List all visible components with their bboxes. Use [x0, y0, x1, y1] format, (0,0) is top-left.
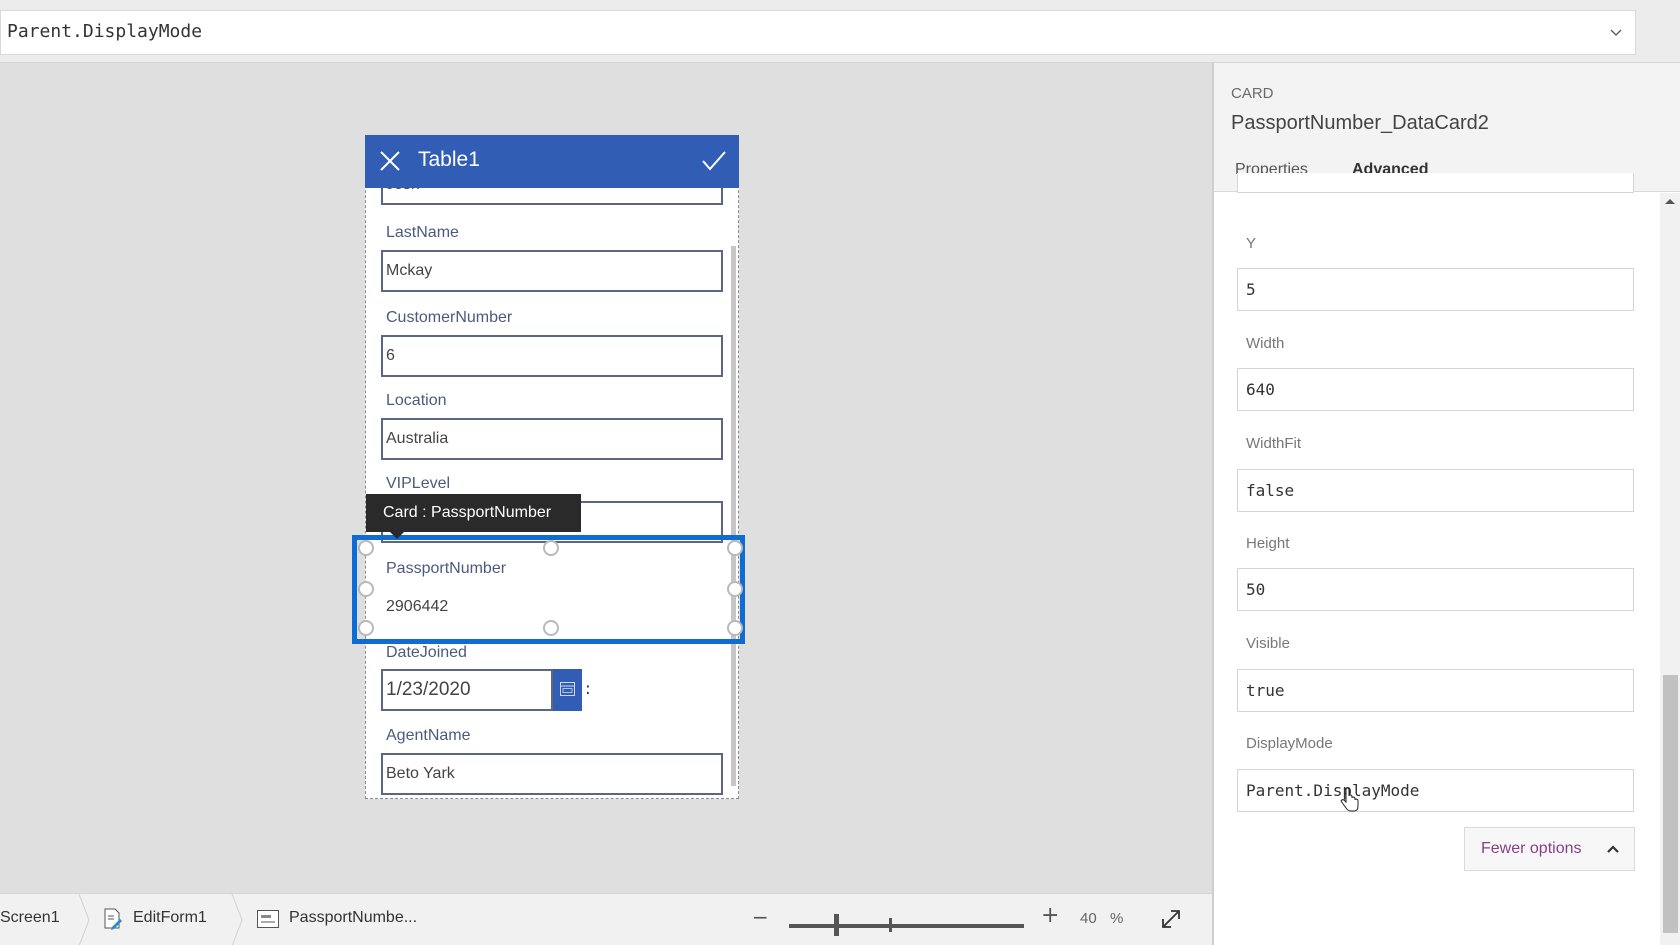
datejoined-input[interactable]: 1/23/2020	[381, 669, 553, 711]
calendar-icon	[560, 682, 575, 696]
passportnumber-value: 2906442	[386, 598, 449, 615]
zoom-level: 40	[1080, 910, 1097, 927]
chevron-down-icon[interactable]	[1607, 23, 1625, 41]
breadcrumb-separator-icon	[231, 894, 243, 945]
fit-to-window-icon[interactable]	[1159, 907, 1183, 931]
breadcrumb-editform1[interactable]: EditForm1	[133, 909, 207, 927]
zoom-unit: %	[1110, 910, 1124, 927]
scroll-up-arrow-icon[interactable]	[1665, 199, 1675, 204]
breadcrumb-separator-icon	[78, 894, 90, 945]
field-label-location: Location	[386, 392, 447, 409]
form-title: Table1	[418, 148, 480, 171]
prop-x-input[interactable]	[1237, 173, 1634, 193]
prop-y-input[interactable]: 5	[1237, 268, 1634, 311]
customernumber-input[interactable]: 6	[381, 335, 723, 377]
control-name[interactable]: PassportNumber_DataCard2	[1231, 112, 1489, 135]
formula-input[interactable]: Parent.DisplayMode	[0, 10, 1636, 55]
location-input[interactable]: Australia	[381, 418, 723, 460]
resize-handle-bottom-right[interactable]	[727, 620, 743, 636]
prop-width-input[interactable]: 640	[1237, 368, 1634, 411]
field-label-passportnumber: PassportNumber	[386, 560, 507, 577]
prop-visible-input[interactable]: true	[1237, 669, 1634, 712]
formula-text: Parent.DisplayMode	[7, 21, 203, 42]
prop-label-visible: Visible	[1246, 635, 1290, 652]
breadcrumb-screen1[interactable]: Screen1	[0, 909, 60, 927]
prop-label-displaymode: DisplayMode	[1246, 735, 1333, 752]
control-type-label: CARD	[1231, 85, 1274, 102]
form-header: Table1	[365, 135, 739, 188]
prop-label-y: Y	[1246, 235, 1257, 252]
prop-height-input[interactable]: 50	[1237, 568, 1634, 611]
field-label-viplevel: VIPLevel	[386, 475, 451, 492]
properties-panel: CARD PassportNumber_DataCard2 Properties…	[1212, 63, 1680, 945]
time-separator: :	[585, 679, 591, 699]
date-picker-button[interactable]	[553, 669, 582, 711]
formula-bar-area: Parent.DisplayMode	[0, 0, 1680, 63]
resize-handle-right[interactable]	[727, 581, 743, 597]
close-icon[interactable]	[379, 150, 401, 172]
field-label-customernumber: CustomerNumber	[386, 309, 513, 326]
hand-pointer-icon	[1340, 788, 1359, 812]
checkmark-icon[interactable]	[701, 149, 727, 173]
prop-displaymode-input[interactable]: Parent.DisplayMode	[1237, 769, 1634, 812]
edit-form-icon	[104, 908, 122, 930]
resize-handle-top-left[interactable]	[358, 540, 374, 556]
field-label-datejoined: DateJoined	[386, 644, 467, 661]
status-bar: Screen1 EditForm1 PassportNumbe... − + 4…	[0, 893, 1212, 945]
prop-label-widthfit: WidthFit	[1246, 435, 1302, 452]
prop-label-width: Width	[1246, 335, 1285, 352]
chevron-up-icon	[1607, 845, 1619, 853]
zoom-out-button[interactable]: −	[752, 905, 769, 929]
resize-handle-top-right[interactable]	[727, 540, 743, 556]
tooltip-arrow	[390, 532, 404, 539]
card-tooltip: Card : PassportNumber	[366, 494, 581, 532]
zoom-slider-thumb[interactable]	[833, 914, 839, 936]
fewer-options-label: Fewer options	[1481, 840, 1582, 857]
resize-handle-left[interactable]	[358, 581, 374, 597]
agentname-input[interactable]: Beto Yark	[381, 753, 723, 795]
resize-handle-bottom[interactable]	[543, 620, 559, 636]
fewer-options-button[interactable]: Fewer options	[1464, 827, 1635, 871]
breadcrumb-passportnumber[interactable]: PassportNumbe...	[289, 909, 417, 927]
resize-handle-top[interactable]	[543, 540, 559, 556]
lastname-input[interactable]: Mckay	[381, 250, 723, 292]
zoom-in-button[interactable]: +	[1041, 903, 1059, 928]
panel-scrollbar-thumb[interactable]	[1663, 675, 1678, 933]
resize-handle-bottom-left[interactable]	[358, 620, 374, 636]
field-label-lastname: LastName	[386, 224, 459, 241]
field-label-agentname: AgentName	[386, 727, 471, 744]
zoom-slider-default-tick	[889, 918, 892, 932]
card-icon	[257, 910, 279, 928]
prop-widthfit-input[interactable]: false	[1237, 469, 1634, 512]
edit-form[interactable]: Table1 Josh LastName Mckay CustomerNumbe…	[365, 135, 739, 799]
zoom-slider-track[interactable]	[789, 924, 1024, 928]
prop-label-height: Height	[1246, 535, 1290, 552]
form-scrollbar[interactable]	[731, 246, 736, 786]
